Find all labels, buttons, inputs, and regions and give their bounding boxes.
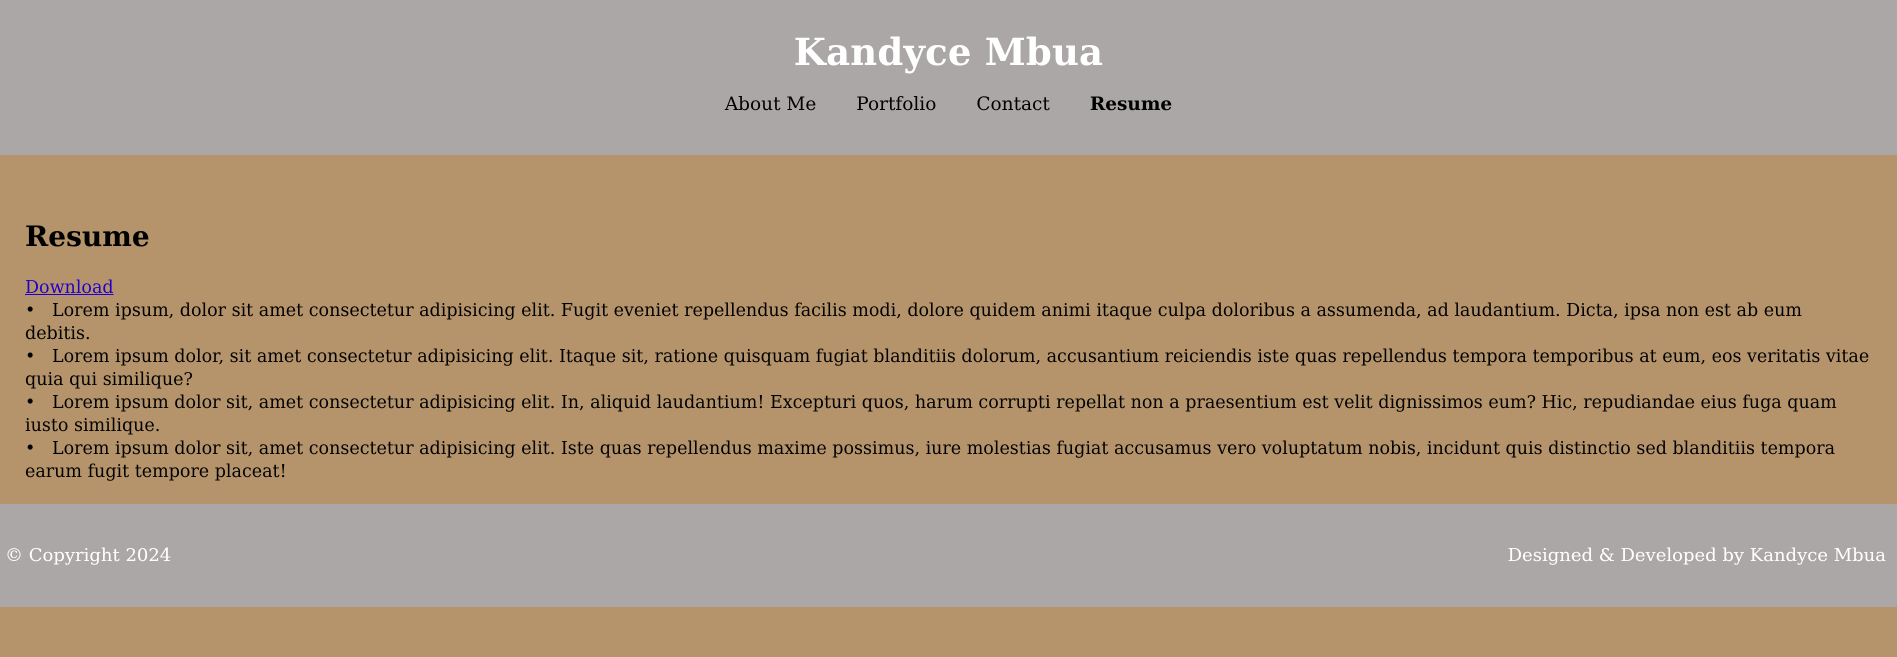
list-item-text: Lorem ipsum, dolor sit amet consectetur …	[25, 301, 1802, 344]
nav-link-resume[interactable]: Resume	[1090, 93, 1172, 117]
nav-link-contact[interactable]: Contact	[976, 93, 1049, 117]
download-link[interactable]: Download	[25, 277, 114, 300]
section-title: Resume	[25, 220, 150, 253]
list-item-text: Lorem ipsum dolor sit, amet consectetur …	[25, 439, 1836, 482]
resume-section: Resume Download • Lorem ipsum, dolor sit …	[0, 155, 1897, 504]
list-item: • Lorem ipsum dolor sit, amet consectetur…	[25, 438, 1872, 484]
main-nav: About Me Portfolio Contact Resume	[0, 93, 1897, 117]
site-footer: © Copyright 2024 Designed & Developed by…	[0, 504, 1897, 607]
list-item: • Lorem ipsum dolor sit, amet consectetur…	[25, 392, 1872, 438]
list-item-text: Lorem ipsum dolor sit, amet consectetur …	[25, 393, 1837, 436]
bullet-icon: •	[25, 439, 36, 459]
bullet-icon: •	[25, 347, 36, 367]
nav-link-about-me[interactable]: About Me	[725, 93, 816, 117]
list-item: • Lorem ipsum, dolor sit amet consectetur…	[25, 300, 1872, 346]
credit-text: Designed & Developed by Kandyce Mbua	[1507, 545, 1886, 566]
resume-list: • Lorem ipsum, dolor sit amet consectetur…	[25, 300, 1872, 484]
list-item: • Lorem ipsum dolor, sit amet consectetur…	[25, 346, 1872, 392]
site-header: Kandyce Mbua About Me Portfolio Contact …	[0, 0, 1897, 155]
nav-link-portfolio[interactable]: Portfolio	[856, 93, 936, 117]
bullet-icon: •	[25, 393, 36, 413]
copyright-text: © Copyright 2024	[5, 545, 172, 566]
list-item-text: Lorem ipsum dolor, sit amet consectetur …	[25, 347, 1870, 390]
site-title: Kandyce Mbua	[793, 30, 1104, 74]
bullet-icon: •	[25, 301, 36, 321]
